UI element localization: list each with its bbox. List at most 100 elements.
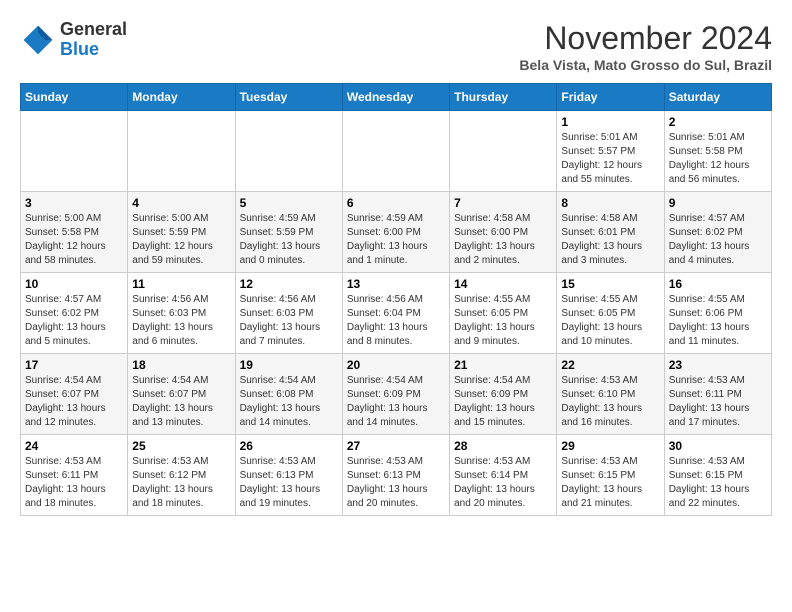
day-number: 27 — [347, 439, 445, 453]
day-info: Sunrise: 4:53 AMSunset: 6:13 PMDaylight:… — [347, 455, 445, 511]
day-info: Sunrise: 4:59 AMSunset: 6:00 PMDaylight:… — [347, 212, 445, 268]
calendar-week-4: 17 Sunrise: 4:54 AMSunset: 6:07 PMDayligh… — [21, 354, 772, 435]
calendar-header-row: SundayMondayTuesdayWednesdayThursdayFrid… — [21, 84, 772, 111]
day-number: 12 — [240, 277, 338, 291]
calendar-cell-29: 29Sunrise: 4:53 AMSunset: 6:15 PMDayligh… — [557, 435, 664, 516]
logo-text: General Blue — [60, 20, 127, 60]
day-number: 21 — [454, 358, 552, 372]
calendar-cell-empty — [342, 111, 449, 192]
day-number: 1 — [561, 115, 659, 129]
calendar-cell-4: 4 Sunrise: 5:00 AMSunset: 5:59 PMDaylight… — [128, 192, 235, 273]
day-info: Sunrise: 4:57 AMSunset: 6:02 PMDaylight:… — [25, 293, 123, 349]
day-info: Sunrise: 4:56 AMSunset: 6:03 PMDaylight:… — [132, 293, 230, 349]
day-info: Sunrise: 4:56 AMSunset: 6:03 PMDaylight:… — [240, 293, 338, 349]
day-number: 22 — [561, 358, 659, 372]
day-number: 30 — [669, 439, 767, 453]
day-number: 23 — [669, 358, 767, 372]
calendar-cell-9: 9 Sunrise: 4:57 AMSunset: 6:02 PMDaylight… — [664, 192, 771, 273]
day-info: Sunrise: 4:58 AMSunset: 6:00 PMDaylight:… — [454, 212, 552, 268]
day-info: Sunrise: 5:00 AMSunset: 5:59 PMDaylight:… — [132, 212, 230, 268]
calendar-cell-13: 13Sunrise: 4:56 AMSunset: 6:04 PMDayligh… — [342, 273, 449, 354]
title-block: November 2024 Bela Vista, Mato Grosso do… — [519, 20, 772, 73]
calendar-cell-22: 22 Sunrise: 4:53 AMSunset: 6:10 PMDayligh… — [557, 354, 664, 435]
calendar-cell-8: 8 Sunrise: 4:58 AMSunset: 6:01 PMDaylight… — [557, 192, 664, 273]
logo-general: General — [60, 20, 127, 40]
col-header-saturday: Saturday — [664, 84, 771, 111]
day-info: Sunrise: 4:55 AMSunset: 6:06 PMDaylight:… — [669, 293, 767, 349]
day-info: Sunrise: 4:54 AMSunset: 6:07 PMDaylight:… — [132, 374, 230, 430]
day-number: 5 — [240, 196, 338, 210]
calendar-cell-7: 7 Sunrise: 4:58 AMSunset: 6:00 PMDaylight… — [450, 192, 557, 273]
day-number: 8 — [561, 196, 659, 210]
calendar-week-2: 3Sunrise: 5:00 AMSunset: 5:58 PMDaylight… — [21, 192, 772, 273]
day-number: 10 — [25, 277, 123, 291]
calendar-cell-empty — [235, 111, 342, 192]
calendar-cell-14: 14 Sunrise: 4:55 AMSunset: 6:05 PMDayligh… — [450, 273, 557, 354]
calendar-cell-18: 18 Sunrise: 4:54 AMSunset: 6:07 PMDayligh… — [128, 354, 235, 435]
day-info: Sunrise: 4:53 AMSunset: 6:12 PMDaylight:… — [132, 455, 230, 511]
calendar-cell-12: 12 Sunrise: 4:56 AMSunset: 6:03 PMDayligh… — [235, 273, 342, 354]
day-number: 17 — [25, 358, 123, 372]
day-number: 28 — [454, 439, 552, 453]
logo-icon — [20, 22, 56, 58]
day-number: 26 — [240, 439, 338, 453]
day-number: 29 — [561, 439, 659, 453]
day-number: 19 — [240, 358, 338, 372]
calendar-cell-1: 1 Sunrise: 5:01 AMSunset: 5:57 PMDaylight… — [557, 111, 664, 192]
day-info: Sunrise: 4:54 AMSunset: 6:08 PMDaylight:… — [240, 374, 338, 430]
day-number: 4 — [132, 196, 230, 210]
col-header-wednesday: Wednesday — [342, 84, 449, 111]
month-title: November 2024 — [519, 20, 772, 57]
day-info: Sunrise: 5:01 AMSunset: 5:58 PMDaylight:… — [669, 131, 767, 187]
calendar-week-1: 1 Sunrise: 5:01 AMSunset: 5:57 PMDaylight… — [21, 111, 772, 192]
location: Bela Vista, Mato Grosso do Sul, Brazil — [519, 57, 772, 73]
day-info: Sunrise: 4:53 AMSunset: 6:13 PMDaylight:… — [240, 455, 338, 511]
day-number: 18 — [132, 358, 230, 372]
page-header: General Blue November 2024 Bela Vista, M… — [20, 20, 772, 73]
day-info: Sunrise: 5:01 AMSunset: 5:57 PMDaylight:… — [561, 131, 659, 187]
calendar-cell-27: 27 Sunrise: 4:53 AMSunset: 6:13 PMDayligh… — [342, 435, 449, 516]
col-header-thursday: Thursday — [450, 84, 557, 111]
day-number: 15 — [561, 277, 659, 291]
day-number: 16 — [669, 277, 767, 291]
logo-blue: Blue — [60, 40, 127, 60]
calendar-cell-empty — [128, 111, 235, 192]
day-number: 6 — [347, 196, 445, 210]
day-number: 9 — [669, 196, 767, 210]
day-info: Sunrise: 4:53 AMSunset: 6:11 PMDaylight:… — [669, 374, 767, 430]
calendar-cell-6: 6 Sunrise: 4:59 AMSunset: 6:00 PMDaylight… — [342, 192, 449, 273]
day-number: 7 — [454, 196, 552, 210]
calendar-cell-15: 15 Sunrise: 4:55 AMSunset: 6:05 PMDayligh… — [557, 273, 664, 354]
calendar-cell-28: 28 Sunrise: 4:53 AMSunset: 6:14 PMDayligh… — [450, 435, 557, 516]
calendar-cell-17: 17 Sunrise: 4:54 AMSunset: 6:07 PMDayligh… — [21, 354, 128, 435]
col-header-monday: Monday — [128, 84, 235, 111]
day-info: Sunrise: 4:55 AMSunset: 6:05 PMDaylight:… — [561, 293, 659, 349]
calendar-cell-11: 11 Sunrise: 4:56 AMSunset: 6:03 PMDayligh… — [128, 273, 235, 354]
calendar-cell-23: 23 Sunrise: 4:53 AMSunset: 6:11 PMDayligh… — [664, 354, 771, 435]
calendar-cell-5: 5Sunrise: 4:59 AMSunset: 5:59 PMDaylight… — [235, 192, 342, 273]
day-info: Sunrise: 5:00 AMSunset: 5:58 PMDaylight:… — [25, 212, 123, 268]
day-info: Sunrise: 4:53 AMSunset: 6:15 PMDaylight:… — [669, 455, 767, 511]
day-info: Sunrise: 4:55 AMSunset: 6:05 PMDaylight:… — [454, 293, 552, 349]
day-number: 2 — [669, 115, 767, 129]
calendar-cell-26: 26 Sunrise: 4:53 AMSunset: 6:13 PMDayligh… — [235, 435, 342, 516]
day-number: 13 — [347, 277, 445, 291]
col-header-friday: Friday — [557, 84, 664, 111]
day-info: Sunrise: 4:58 AMSunset: 6:01 PMDaylight:… — [561, 212, 659, 268]
calendar-cell-25: 25 Sunrise: 4:53 AMSunset: 6:12 PMDayligh… — [128, 435, 235, 516]
calendar-week-5: 24Sunrise: 4:53 AMSunset: 6:11 PMDayligh… — [21, 435, 772, 516]
day-info: Sunrise: 4:54 AMSunset: 6:09 PMDaylight:… — [454, 374, 552, 430]
calendar-cell-3: 3Sunrise: 5:00 AMSunset: 5:58 PMDaylight… — [21, 192, 128, 273]
calendar-cell-empty — [450, 111, 557, 192]
calendar-cell-16: 16 Sunrise: 4:55 AMSunset: 6:06 PMDayligh… — [664, 273, 771, 354]
day-info: Sunrise: 4:54 AMSunset: 6:07 PMDaylight:… — [25, 374, 123, 430]
day-number: 14 — [454, 277, 552, 291]
day-number: 20 — [347, 358, 445, 372]
day-info: Sunrise: 4:53 AMSunset: 6:14 PMDaylight:… — [454, 455, 552, 511]
day-number: 25 — [132, 439, 230, 453]
col-header-tuesday: Tuesday — [235, 84, 342, 111]
day-number: 11 — [132, 277, 230, 291]
day-info: Sunrise: 4:53 AMSunset: 6:10 PMDaylight:… — [561, 374, 659, 430]
day-info: Sunrise: 4:57 AMSunset: 6:02 PMDaylight:… — [669, 212, 767, 268]
day-number: 24 — [25, 439, 123, 453]
